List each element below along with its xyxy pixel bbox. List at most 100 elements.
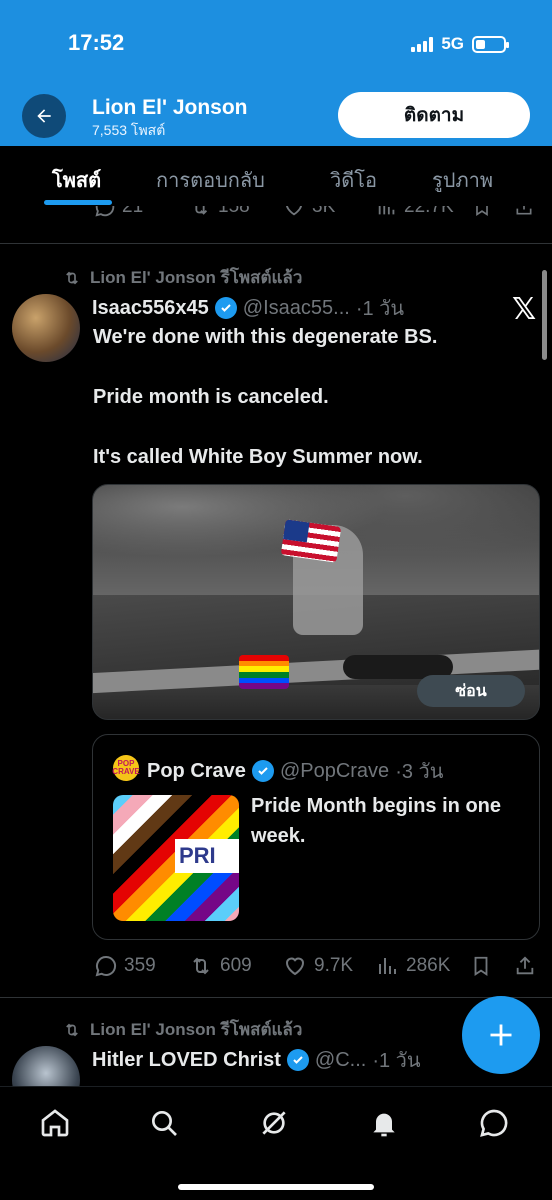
quoted-tweet-time: ·3 วัน [395, 761, 444, 783]
tweet-actions: 359 609 9.7K 286K [0, 954, 552, 984]
quoted-tweet[interactable]: POP CRAVE Pop Crave @PopCrave ·3 วัน PRI… [92, 734, 540, 940]
repost-label: Lion El' Jonson รีโพสต์แล้ว [62, 264, 302, 291]
hide-button[interactable]: ซ่อน [417, 675, 525, 707]
nav-notifications[interactable] [366, 1105, 402, 1141]
grok-icon [262, 1111, 286, 1135]
divider [0, 997, 552, 998]
verified-badge-icon [214, 297, 237, 319]
network-label: 5G [441, 34, 464, 53]
repost-label-text: Lion El' Jonson รีโพสต์แล้ว [90, 268, 303, 287]
thumbnail-text: PRI [175, 839, 239, 873]
previous-tweet-actions: 21 158 3K 22.7K [0, 206, 552, 226]
nav-home[interactable] [37, 1105, 73, 1141]
tweet-author[interactable]: Isaac556x45 @Isaac55... ·1 วัน [92, 292, 404, 324]
verified-badge-icon [286, 1049, 309, 1071]
quoted-author: Pop Crave @PopCrave ·3 วัน [147, 755, 443, 787]
status-indicators: 5G [411, 34, 509, 54]
status-time: 17:52 [68, 30, 125, 55]
tab-replies[interactable]: การตอบกลับ [156, 164, 265, 196]
search-icon [152, 1111, 177, 1136]
reply-count: 359 [124, 955, 156, 976]
share-icon [516, 956, 534, 975]
home-icon [41, 1109, 69, 1137]
plus-icon [490, 1024, 512, 1046]
repost-button[interactable]: 158 [188, 206, 250, 218]
share-icon [516, 206, 532, 215]
heart-icon [285, 957, 305, 976]
tab-photos[interactable]: รูปภาพ [432, 164, 493, 196]
views-icon [378, 206, 395, 215]
bookmark-button[interactable] [472, 206, 492, 218]
like-button[interactable]: 3K [282, 206, 335, 218]
view-count: 286K [406, 955, 451, 976]
divider [0, 243, 552, 244]
avatar[interactable] [12, 294, 80, 362]
like-count: 3K [312, 206, 336, 217]
profile-name: Lion El' Jonson [92, 96, 248, 119]
reply-icon [95, 955, 117, 977]
like-button[interactable]: 9.7K [282, 954, 353, 978]
arrow-left-icon [37, 109, 51, 123]
tweet-line: We're done with this degenerate BS. [93, 326, 438, 348]
nav-search[interactable] [146, 1105, 182, 1141]
active-tab-indicator [44, 200, 112, 205]
scrollbar[interactable] [542, 270, 547, 360]
view-count: 22.7K [404, 206, 454, 217]
repost-button[interactable]: 609 [188, 954, 252, 978]
bookmark-button[interactable] [470, 954, 492, 978]
repost-icon [193, 957, 209, 975]
profile-tabs: โพสต์ การตอบกลับ วิดีโอ รูปภาพ [0, 146, 552, 206]
reply-icon [95, 206, 115, 217]
tweet-author[interactable]: Hitler LOVED Christ @C... ·1 วัน [92, 1044, 421, 1076]
repost-icon [66, 1023, 78, 1036]
nav-messages[interactable] [476, 1105, 512, 1141]
tweet-line: It's called White Boy Summer now. [93, 446, 423, 468]
profile-header: 17:52 5G Lion El' Jonson 7,553 โพสต์ ติด… [0, 0, 552, 146]
tweet-media[interactable]: ซ่อน [92, 484, 540, 720]
repost-icon [195, 206, 208, 215]
follow-button[interactable]: ติดตาม [338, 92, 530, 138]
home-indicator [178, 1184, 374, 1190]
pride-flag-emoji [239, 655, 289, 689]
tab-posts[interactable]: โพสต์ [52, 164, 101, 196]
post-count: 7,553 โพสต์ [92, 122, 166, 138]
compose-button[interactable] [462, 996, 540, 1074]
bookmark-icon [474, 956, 488, 976]
back-button[interactable] [22, 94, 66, 138]
bookmark-icon [476, 206, 488, 217]
heart-icon [286, 206, 302, 216]
reply-button[interactable]: 21 [94, 206, 143, 218]
reply-button[interactable]: 359 [94, 954, 156, 978]
verified-badge-icon [251, 760, 274, 782]
author-name: Hitler LOVED Christ [92, 1048, 281, 1071]
author-name: Isaac556x45 [92, 296, 209, 319]
bell-icon [373, 1113, 395, 1137]
tweet-time: ·1 วัน [355, 298, 405, 320]
reply-count: 21 [122, 206, 144, 217]
repost-count: 609 [220, 955, 252, 976]
repost-label: Lion El' Jonson รีโพสต์แล้ว [62, 1016, 302, 1043]
us-flag-emoji [280, 519, 342, 563]
repost-icon [66, 271, 78, 284]
tweet-line: Pride month is canceled. [93, 386, 329, 408]
quoted-author-name: Pop Crave [147, 759, 246, 782]
views-button[interactable]: 286K [376, 954, 450, 978]
nav-grok[interactable] [256, 1105, 292, 1141]
quoted-avatar: POP CRAVE [112, 755, 140, 781]
views-icon [379, 958, 396, 974]
author-handle: @Isaac55... [242, 296, 350, 319]
share-button[interactable] [514, 206, 534, 218]
author-handle: @C... [314, 1048, 367, 1071]
signal-icon [411, 36, 434, 52]
battery-icon [472, 35, 509, 53]
views-button[interactable]: 22.7K [376, 206, 454, 218]
tweet-time: ·1 วัน [372, 1050, 421, 1072]
quoted-text: Pride Month begins in one week. [251, 795, 501, 847]
repost-count: 158 [218, 206, 250, 217]
repost-label-text: Lion El' Jonson รีโพสต์แล้ว [90, 1020, 303, 1039]
message-icon [480, 1109, 508, 1137]
like-count: 9.7K [314, 955, 354, 976]
tab-videos[interactable]: วิดีโอ [330, 164, 377, 196]
quoted-author-handle: @PopCrave [279, 759, 390, 782]
share-button[interactable] [514, 954, 536, 978]
